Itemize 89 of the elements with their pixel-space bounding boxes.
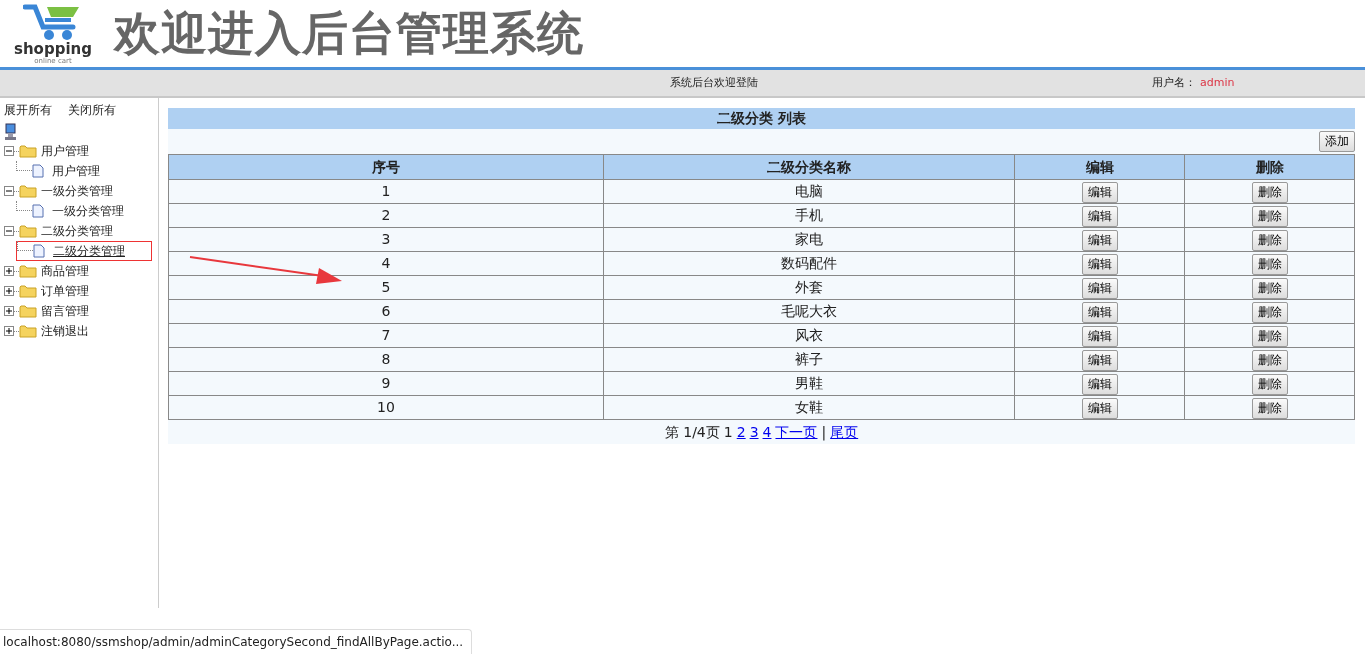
user-name: admin xyxy=(1200,74,1235,91)
collapse-toggle-icon[interactable] xyxy=(4,186,14,197)
edit-button[interactable]: 编辑 xyxy=(1081,397,1118,419)
table-cell: 3 xyxy=(168,227,604,252)
computer-icon xyxy=(4,123,18,142)
table-cell: 手机 xyxy=(603,203,1015,228)
add-button[interactable]: 添加 xyxy=(1319,131,1355,152)
column-header: 序号 xyxy=(168,154,604,180)
expand-all-link[interactable]: 展开所有 xyxy=(4,102,52,120)
logo-text: shopping xyxy=(14,40,92,57)
tree-folder-label[interactable]: 二级分类管理 xyxy=(41,222,113,240)
folder-icon xyxy=(19,144,37,159)
separator-text: | xyxy=(821,422,827,443)
tree-folder-label[interactable]: 用户管理 xyxy=(41,142,89,160)
list-title: 二级分类 列表 xyxy=(168,108,1355,129)
edit-button[interactable]: 编辑 xyxy=(1081,349,1118,371)
user-label: 用户名： xyxy=(1152,74,1196,91)
tree-folder-label[interactable]: 订单管理 xyxy=(41,282,89,300)
table-cell: 10 xyxy=(168,395,604,420)
delete-button[interactable]: 删除 xyxy=(1251,277,1288,299)
last-page-link[interactable]: 尾页 xyxy=(830,421,859,443)
tree-folder-label[interactable]: 商品管理 xyxy=(41,262,89,280)
site-title: 欢迎进入后台管理系统 xyxy=(114,5,584,62)
page-link[interactable]: 4 xyxy=(762,421,772,443)
page-link[interactable]: 2 xyxy=(736,421,746,443)
table-cell: 风衣 xyxy=(603,323,1015,348)
folder-icon xyxy=(19,284,37,299)
folder-icon xyxy=(19,324,37,339)
edit-button[interactable]: 编辑 xyxy=(1081,325,1118,347)
delete-button[interactable]: 删除 xyxy=(1251,397,1288,419)
current-page: 1 xyxy=(723,422,733,442)
delete-button[interactable]: 删除 xyxy=(1251,229,1288,251)
welcome-text: 系统后台欢迎登陆 xyxy=(670,74,758,91)
collapse-toggle-icon[interactable] xyxy=(4,146,14,157)
delete-button[interactable]: 删除 xyxy=(1251,181,1288,203)
page-summary: 第 1/4页 xyxy=(664,422,720,442)
table-cell: 外套 xyxy=(603,275,1015,300)
status-url: localhost:8080/ssmshop/admin/adminCategorySecond_findAllByPage.actio... xyxy=(0,629,473,654)
expand-toggle-icon[interactable] xyxy=(4,266,14,277)
delete-button[interactable]: 删除 xyxy=(1251,301,1288,323)
expand-toggle-icon[interactable] xyxy=(4,286,14,297)
edit-button[interactable]: 编辑 xyxy=(1081,229,1118,251)
page-icon xyxy=(32,164,44,179)
table-cell: 9 xyxy=(168,371,604,396)
tree-folder-label[interactable]: 注销退出 xyxy=(41,322,89,340)
edit-button[interactable]: 编辑 xyxy=(1081,253,1118,275)
column-header: 二级分类名称 xyxy=(603,154,1015,180)
table-cell: 数码配件 xyxy=(603,251,1015,276)
edit-button[interactable]: 编辑 xyxy=(1081,277,1118,299)
edit-button[interactable]: 编辑 xyxy=(1081,181,1118,203)
table-cell: 裤子 xyxy=(603,347,1015,372)
page-icon xyxy=(32,204,44,219)
expand-toggle-icon[interactable] xyxy=(4,306,14,317)
delete-button[interactable]: 删除 xyxy=(1251,325,1288,347)
expand-toggle-icon[interactable] xyxy=(4,326,14,337)
table-cell: 6 xyxy=(168,299,604,324)
edit-button[interactable]: 编辑 xyxy=(1081,373,1118,395)
table-cell: 7 xyxy=(168,323,604,348)
table-cell: 电脑 xyxy=(603,179,1015,204)
folder-icon xyxy=(19,184,37,199)
table-cell: 女鞋 xyxy=(603,395,1015,420)
tree-item[interactable]: 用户管理 xyxy=(16,161,152,182)
table-cell: 5 xyxy=(168,275,604,300)
column-header: 删除 xyxy=(1184,154,1355,180)
delete-button[interactable]: 删除 xyxy=(1251,349,1288,371)
table-cell: 2 xyxy=(168,203,604,228)
column-header: 编辑 xyxy=(1014,154,1185,180)
page-link[interactable]: 3 xyxy=(749,421,759,443)
next-page-link[interactable]: 下一页 xyxy=(775,421,818,443)
folder-icon xyxy=(19,264,37,279)
table-cell: 8 xyxy=(168,347,604,372)
page-icon xyxy=(33,244,45,259)
folder-icon xyxy=(19,304,37,319)
delete-button[interactable]: 删除 xyxy=(1251,373,1288,395)
tree-folder-label[interactable]: 一级分类管理 xyxy=(41,182,113,200)
edit-button[interactable]: 编辑 xyxy=(1081,301,1118,323)
delete-button[interactable]: 删除 xyxy=(1251,205,1288,227)
table-cell: 家电 xyxy=(603,227,1015,252)
collapse-all-link[interactable]: 关闭所有 xyxy=(68,102,116,120)
table-cell: 男鞋 xyxy=(603,371,1015,396)
edit-button[interactable]: 编辑 xyxy=(1081,205,1118,227)
table-cell: 1 xyxy=(168,179,604,204)
table-cell: 毛呢大衣 xyxy=(603,299,1015,324)
folder-icon xyxy=(19,224,37,239)
tree-item[interactable]: 二级分类管理 xyxy=(16,241,152,262)
collapse-toggle-icon[interactable] xyxy=(4,226,14,237)
tree-folder-label[interactable]: 留言管理 xyxy=(41,302,89,320)
delete-button[interactable]: 删除 xyxy=(1251,253,1288,275)
tree-item[interactable]: 一级分类管理 xyxy=(16,201,152,222)
